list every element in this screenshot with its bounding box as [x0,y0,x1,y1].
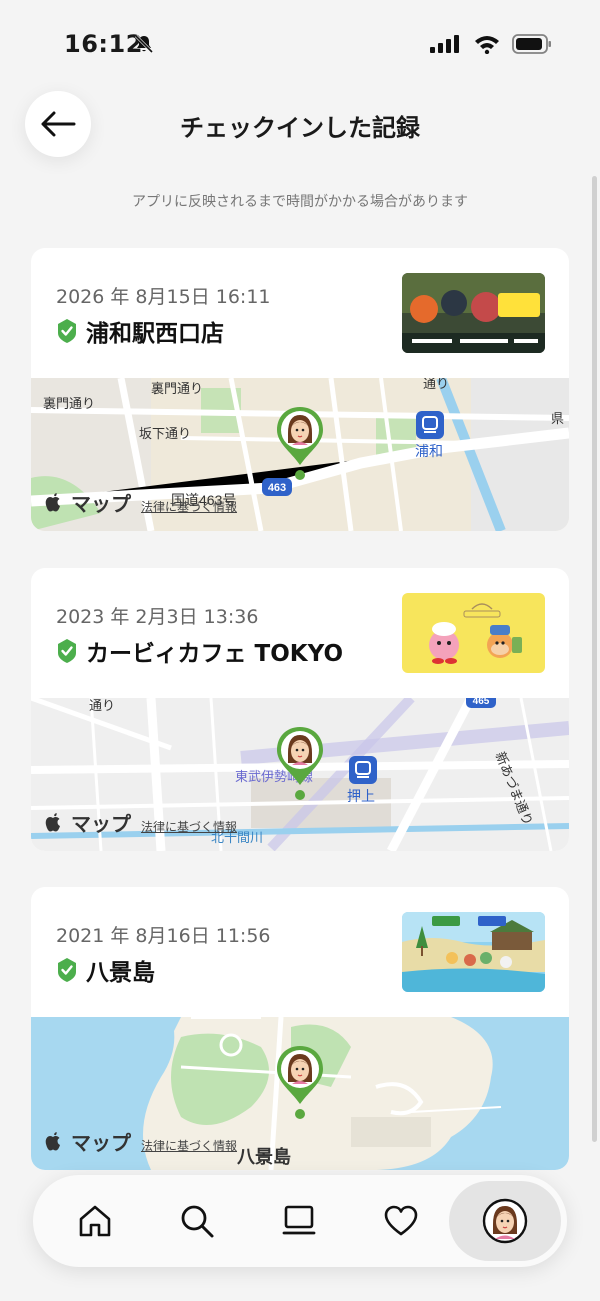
map-credit: マップ 法律に基づく情報 [45,1127,237,1156]
map-label: 県 [551,411,564,426]
legal-info-link[interactable]: 法律に基づく情報 [141,1137,237,1154]
battery-icon [512,34,551,54]
sync-notice: アプリに反映されるまで時間がかかる場合があります [132,194,468,210]
verified-check-icon [58,319,76,343]
tab-screen[interactable] [253,1175,345,1267]
apple-logo-icon [45,1132,60,1151]
checkin-map[interactable]: 八景島 マップ 法律に基づく情報 [31,1015,569,1170]
place-name: 八景島 [86,960,155,986]
map-label: 裏門通り [43,396,95,411]
route-badge: 463 [268,482,286,494]
map-label: 裏門通り [151,381,203,396]
map-label: 坂下通り [139,426,191,441]
checkin-place: カービィカフェ TOKYO [56,634,343,668]
checkin-map[interactable]: 465 通り 東武伊勢崎線 押上 北十間川 新あづま通り マップ 法律に基づく情… [31,692,569,851]
tab-search[interactable] [151,1175,243,1267]
location-pin-icon [277,407,323,480]
checkin-date: 2026 年 8月15日 16:11 [56,286,271,308]
tab-favorites[interactable] [355,1175,447,1267]
checkin-place: 八景島 [56,953,155,987]
place-name: 浦和駅西口店 [86,321,224,347]
event-thumbnail [402,593,545,673]
bell-muted-icon [134,34,154,54]
search-icon [181,1205,214,1238]
checkin-card[interactable]: 2023 年 2月3日 13:36 カービィカフェ TOKYO 465 通り 東… [31,568,569,851]
wifi-icon [475,36,499,54]
heart-icon [384,1205,418,1236]
home-icon [79,1205,111,1237]
status-time: 16:12 [64,30,143,58]
map-label: 浦和 [415,443,443,459]
map-credit: マップ 法律に基づく情報 [45,488,237,517]
cellular-signal-icon [430,35,459,53]
checkin-date: 2023 年 2月3日 13:36 [56,606,259,628]
location-pin-icon [277,727,323,800]
map-label: 通り [89,698,115,713]
place-name: カービィカフェ TOKYO [86,641,343,667]
profile-avatar-icon [482,1198,528,1244]
verified-check-icon [58,639,76,663]
event-thumbnail [402,912,545,992]
status-indicators [430,34,552,54]
screen-icon [282,1205,316,1235]
checkin-card[interactable]: 2026 年 8月15日 16:11 浦和駅西口店 463 裏門通り 裏門通り … [31,248,569,531]
legal-info-link[interactable]: 法律に基づく情報 [141,498,237,515]
tab-profile[interactable] [449,1181,561,1261]
map-label: 通り [423,378,449,391]
route-badge: 465 [473,698,490,707]
event-thumbnail [402,273,545,353]
status-bar: 16:12 [0,0,600,80]
map-brand: マップ [71,492,131,516]
legal-info-link[interactable]: 法律に基づく情報 [141,818,237,835]
checkin-date: 2021 年 8月16日 11:56 [56,925,271,947]
checkin-card[interactable]: 2021 年 8月16日 11:56 八景島 八景島 マップ 法律に基づく情報 [31,887,569,1170]
checkin-map[interactable]: 463 裏門通り 裏門通り 坂下通り 国道463号 浦和 県 通り マップ 法律… [31,376,569,531]
checkin-place: 浦和駅西口店 [56,314,224,348]
map-credit: マップ 法律に基づく情報 [45,808,237,837]
verified-check-icon [58,958,76,982]
scrollbar[interactable] [592,176,597,1142]
map-brand: マップ [71,1131,131,1155]
location-pin-icon [277,1046,323,1119]
tab-home[interactable] [49,1175,141,1267]
map-label: 押上 [347,788,375,804]
apple-logo-icon [45,813,60,832]
page-title: チェックインした記録 [180,114,420,142]
apple-logo-icon [45,493,60,512]
map-label: 八景島 [237,1146,291,1167]
map-brand: マップ [71,812,131,836]
bottom-tab-bar [33,1175,567,1267]
